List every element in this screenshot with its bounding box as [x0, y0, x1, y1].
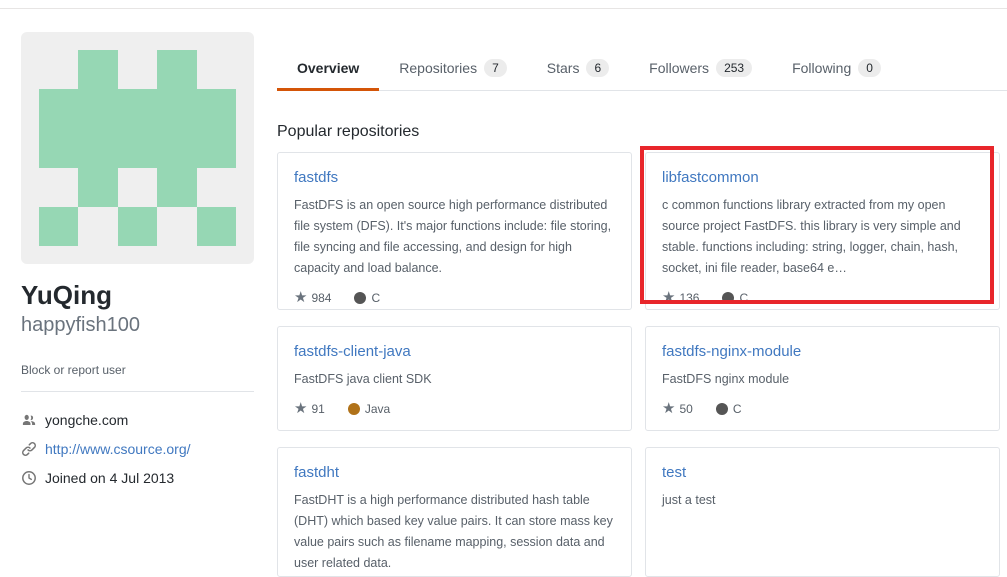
star-icon: ★ — [662, 401, 675, 416]
sidebar-divider — [21, 391, 254, 392]
clock-icon — [21, 470, 37, 486]
identicon-image — [39, 50, 236, 246]
profile-tab-bar: Overview Repositories 7 Stars 6 Follower… — [277, 48, 1007, 91]
header-bottom-border — [0, 8, 1007, 9]
repo-card-fastdht: fastdht FastDHT is a high performance di… — [277, 447, 632, 577]
repo-description: FastDFS java client SDK — [294, 369, 615, 390]
language-dot — [348, 403, 360, 415]
repo-meta: ★ 984 C — [294, 290, 615, 305]
language-label: Java — [365, 402, 390, 416]
repo-grid: fastdfs FastDFS is an open source high p… — [277, 152, 1007, 577]
repo-link-libfastcommon[interactable]: libfastcommon — [662, 169, 759, 186]
repo-link-fastdht[interactable]: fastdht — [294, 464, 339, 481]
language-label: C — [739, 291, 748, 305]
repo-meta: ★ 136 C — [662, 290, 983, 305]
repo-card-fastdfs-nginx-module: fastdfs-nginx-module FastDFS nginx modul… — [645, 326, 1000, 431]
repo-meta: ★ 50 C — [662, 401, 983, 416]
repo-description: FastDFS is an open source high performan… — [294, 195, 615, 279]
main-content: Overview Repositories 7 Stars 6 Follower… — [277, 48, 1007, 577]
tab-overview[interactable]: Overview — [277, 48, 379, 91]
profile-sidebar: YuQing happyfish100 Block or report user… — [21, 32, 254, 499]
following-count-badge: 0 — [858, 59, 881, 77]
popular-repositories-heading: Popular repositories — [277, 123, 1007, 141]
tab-followers[interactable]: Followers 253 — [629, 48, 772, 91]
tab-stars[interactable]: Stars 6 — [527, 48, 629, 91]
language-dot — [354, 292, 366, 304]
tab-following[interactable]: Following 0 — [772, 48, 901, 91]
repo-description: FastDHT is a high performance distribute… — [294, 490, 615, 574]
star-icon: ★ — [294, 290, 307, 305]
profile-name: YuQing — [21, 280, 254, 311]
language-label: C — [733, 402, 742, 416]
language-dot — [722, 292, 734, 304]
language-dot — [716, 403, 728, 415]
block-or-report-link[interactable]: Block or report user — [21, 363, 254, 377]
star-count: 136 — [679, 291, 699, 305]
star-count: 984 — [311, 291, 331, 305]
repo-link-fastdfs-client-java[interactable]: fastdfs-client-java — [294, 343, 411, 360]
repo-link-test[interactable]: test — [662, 464, 686, 481]
joined-text: Joined on 4 Jul 2013 — [45, 470, 174, 486]
website-link[interactable]: http://www.csource.org/ — [45, 441, 191, 457]
star-icon: ★ — [662, 290, 675, 305]
repo-description: FastDFS nginx module — [662, 369, 983, 390]
repo-card-fastdfs: fastdfs FastDFS is an open source high p… — [277, 152, 632, 310]
joined-row: Joined on 4 Jul 2013 — [21, 470, 254, 486]
website-row: http://www.csource.org/ — [21, 441, 254, 457]
repo-description: c common functions library extracted fro… — [662, 195, 983, 279]
stars-count-badge: 6 — [586, 59, 609, 77]
repo-link-fastdfs-nginx-module[interactable]: fastdfs-nginx-module — [662, 343, 801, 360]
organization-text: yongche.com — [45, 412, 128, 428]
star-count: 91 — [311, 402, 324, 416]
repo-meta: ★ 91 Java — [294, 401, 615, 416]
profile-avatar[interactable] — [21, 32, 254, 264]
repositories-count-badge: 7 — [484, 59, 507, 77]
repo-description: just a test — [662, 490, 983, 511]
repo-card-fastdfs-client-java: fastdfs-client-java FastDFS java client … — [277, 326, 632, 431]
profile-username: happyfish100 — [21, 314, 254, 337]
organization-row: yongche.com — [21, 412, 254, 428]
star-icon: ★ — [294, 401, 307, 416]
organization-icon — [21, 412, 37, 428]
link-icon — [21, 441, 37, 457]
language-label: C — [371, 291, 380, 305]
star-count: 50 — [679, 402, 692, 416]
followers-count-badge: 253 — [716, 59, 752, 77]
repo-card-test: test just a test — [645, 447, 1000, 577]
tab-repositories[interactable]: Repositories 7 — [379, 48, 527, 91]
repo-card-libfastcommon: libfastcommon c common functions library… — [645, 152, 1000, 310]
repo-link-fastdfs[interactable]: fastdfs — [294, 169, 338, 186]
